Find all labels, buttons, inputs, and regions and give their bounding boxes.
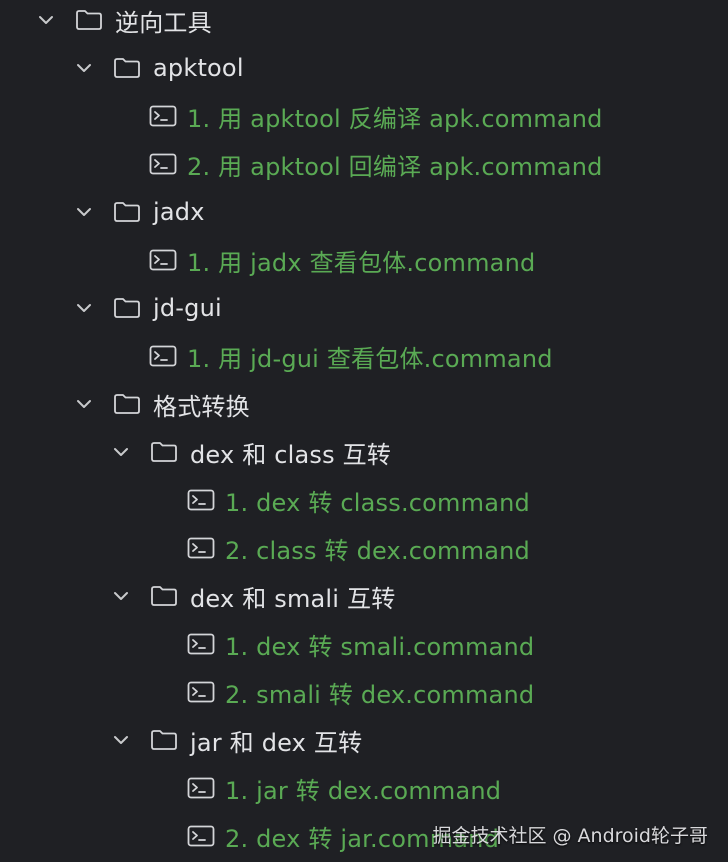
folder-label-apktool: apktool xyxy=(153,54,244,82)
tree-folder-dex-class[interactable]: dex 和 class 互转 xyxy=(0,428,728,476)
tree-file[interactable]: 2. class 转 dex.command xyxy=(0,524,728,572)
file-label: 2. class 转 dex.command xyxy=(225,536,530,565)
watermark: 掘金技术社区 @ Android轮子哥 xyxy=(432,825,708,847)
file-label: 1. 用 apktool 反编译 apk.command xyxy=(187,104,603,133)
chevron-down-icon[interactable] xyxy=(37,11,55,29)
folder-label-jdgui: jd-gui xyxy=(153,294,222,322)
folder-icon xyxy=(113,57,141,79)
file-tree: 逆向工具 apktool 1. 用 apktool 反编译 apk.comman… xyxy=(0,0,728,862)
tree-file[interactable]: 1. 用 apktool 反编译 apk.command xyxy=(0,92,728,140)
folder-label-jadx: jadx xyxy=(153,198,205,226)
chevron-down-icon[interactable] xyxy=(75,299,93,317)
tree-folder-root[interactable]: 逆向工具 xyxy=(0,0,728,44)
tree-folder-jar-dex[interactable]: jar 和 dex 互转 xyxy=(0,716,728,764)
folder-icon xyxy=(113,201,141,223)
terminal-file-icon xyxy=(187,777,215,799)
file-label: 2. 用 apktool 回编译 apk.command xyxy=(187,152,603,181)
tree-file[interactable]: 1. 用 jd-gui 查看包体.command xyxy=(0,332,728,380)
chevron-down-icon[interactable] xyxy=(112,587,130,605)
folder-icon xyxy=(113,393,141,415)
folder-icon xyxy=(150,729,178,751)
file-label: 2. smali 转 dex.command xyxy=(225,680,535,709)
folder-label-dex-class: dex 和 class 互转 xyxy=(190,440,392,469)
chevron-down-icon[interactable] xyxy=(112,731,130,749)
folder-label-jar-dex: jar 和 dex 互转 xyxy=(190,728,363,757)
tree-folder-jdgui[interactable]: jd-gui xyxy=(0,284,728,332)
folder-icon xyxy=(150,441,178,463)
tree-file[interactable]: 1. 用 jadx 查看包体.command xyxy=(0,236,728,284)
tree-file[interactable]: 2. 用 apktool 回编译 apk.command xyxy=(0,140,728,188)
chevron-down-icon[interactable] xyxy=(75,203,93,221)
tree-file[interactable]: 1. dex 转 smali.command xyxy=(0,620,728,668)
terminal-file-icon xyxy=(187,825,215,847)
tree-file[interactable]: 2. smali 转 dex.command xyxy=(0,668,728,716)
folder-icon xyxy=(75,9,103,31)
folder-icon xyxy=(150,585,178,607)
terminal-file-icon xyxy=(149,345,177,367)
terminal-file-icon xyxy=(187,537,215,559)
terminal-file-icon xyxy=(187,633,215,655)
chevron-down-icon[interactable] xyxy=(112,443,130,461)
file-label: 1. 用 jd-gui 查看包体.command xyxy=(187,344,553,373)
file-label: 1. dex 转 class.command xyxy=(225,488,530,517)
file-label: 1. dex 转 smali.command xyxy=(225,632,535,661)
terminal-file-icon xyxy=(149,249,177,271)
chevron-down-icon[interactable] xyxy=(75,59,93,77)
tree-folder-jadx[interactable]: jadx xyxy=(0,188,728,236)
folder-icon xyxy=(113,297,141,319)
terminal-file-icon xyxy=(149,153,177,175)
folder-label-root: 逆向工具 xyxy=(115,8,212,37)
terminal-file-icon xyxy=(187,489,215,511)
tree-folder-dex-smali[interactable]: dex 和 smali 互转 xyxy=(0,572,728,620)
tree-folder-apktool[interactable]: apktool xyxy=(0,44,728,92)
chevron-down-icon[interactable] xyxy=(75,395,93,413)
folder-label-dex-smali: dex 和 smali 互转 xyxy=(190,584,396,613)
terminal-file-icon xyxy=(149,105,177,127)
file-label: 1. jar 转 dex.command xyxy=(225,776,502,805)
tree-folder-format[interactable]: 格式转换 xyxy=(0,380,728,428)
terminal-file-icon xyxy=(187,681,215,703)
tree-file[interactable]: 1. dex 转 class.command xyxy=(0,476,728,524)
folder-label-format: 格式转换 xyxy=(153,392,250,421)
tree-file[interactable]: 1. jar 转 dex.command xyxy=(0,764,728,812)
file-label: 1. 用 jadx 查看包体.command xyxy=(187,248,536,277)
